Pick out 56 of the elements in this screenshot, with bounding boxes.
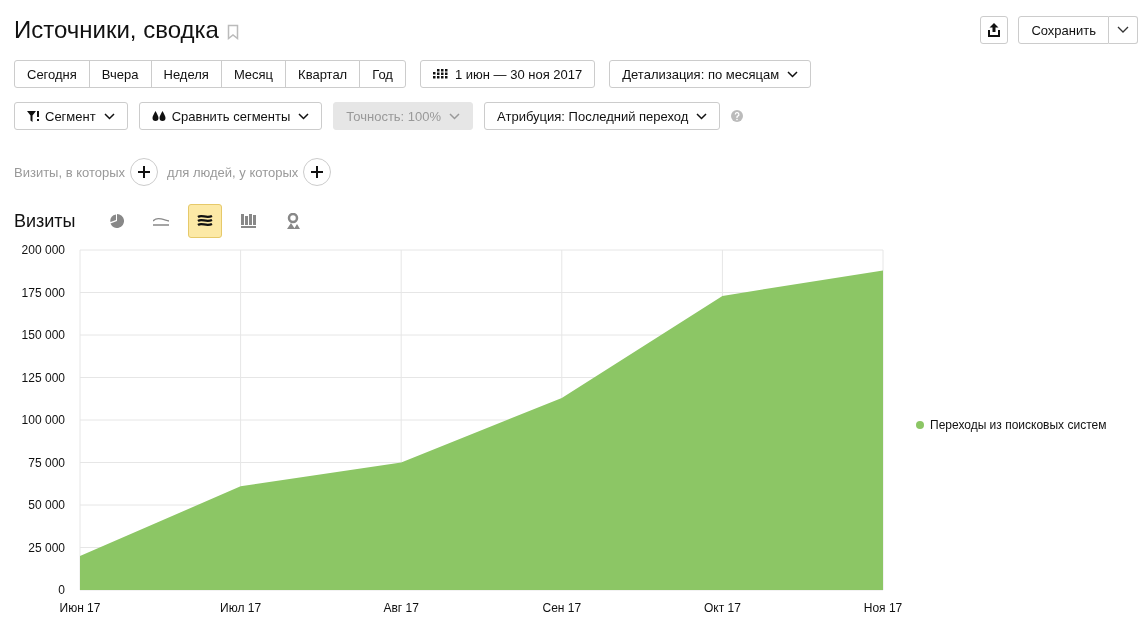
calendar-icon	[432, 69, 449, 79]
plus-icon	[311, 166, 324, 178]
line-chart-icon	[152, 216, 169, 226]
y-axis-label: 0	[58, 583, 65, 597]
area-chart-button[interactable]	[187, 204, 222, 238]
period-button[interactable]: Квартал	[285, 60, 361, 88]
share-icon	[987, 22, 1002, 38]
y-axis-label: 25 000	[28, 540, 65, 555]
y-axis-label: 125 000	[21, 370, 65, 385]
filter-icon	[27, 110, 39, 122]
condition-label: Визиты, в которых	[14, 164, 126, 180]
map-pin-icon	[285, 213, 300, 229]
period-button[interactable]: Сегодня	[14, 60, 90, 88]
period-button[interactable]: Месяц	[220, 60, 287, 88]
chevron-icon	[1117, 26, 1129, 34]
pie-chart-icon	[109, 214, 124, 228]
save-button[interactable]: Сохранить	[1018, 16, 1109, 44]
chevron-icon	[787, 70, 799, 78]
chart-title: Визиты	[14, 210, 76, 232]
bar-chart-icon	[241, 214, 257, 228]
add-condition-button[interactable]	[130, 158, 159, 186]
x-axis-label: Авг 17	[383, 601, 419, 615]
date-range-button[interactable]: 1 июн — 30 ноя 2017	[419, 60, 596, 88]
y-axis-label: 100 000	[21, 413, 65, 427]
page-title: Источники, сводка	[14, 16, 219, 44]
help-icon[interactable]	[731, 110, 744, 122]
legend-label[interactable]: Переходы из поисковых систем	[930, 418, 1107, 432]
chevron-icon	[696, 112, 708, 120]
x-axis-label: Июл 17	[220, 601, 262, 615]
add-condition-button[interactable]	[303, 158, 332, 186]
save-menu-button[interactable]	[1109, 16, 1138, 44]
chevron-icon	[449, 112, 461, 120]
plus-icon	[138, 166, 151, 178]
x-axis-label: Сен 17	[542, 601, 582, 615]
x-axis-label: Июн 17	[59, 601, 101, 615]
bookmark-icon[interactable]	[226, 24, 239, 40]
y-axis-label: 150 000	[21, 328, 65, 342]
area-chart-icon	[196, 214, 213, 228]
y-axis-label: 200 000	[21, 243, 65, 257]
detail-dropdown[interactable]: Детализация: по месяцам	[609, 60, 812, 88]
x-axis-label: Ноя 17	[863, 601, 903, 615]
y-axis-label: 175 000	[21, 285, 65, 300]
chevron-icon	[298, 112, 310, 120]
filter-dropdown[interactable]: Сегмент	[14, 102, 128, 130]
y-axis-label: 75 000	[28, 455, 65, 470]
chevron-icon	[103, 112, 115, 120]
drops-icon	[151, 110, 166, 122]
x-axis-label: Окт 17	[703, 601, 741, 615]
condition-label: для людей, у которых	[167, 164, 299, 180]
share-button[interactable]	[980, 16, 1009, 44]
period-button[interactable]: Год	[359, 60, 406, 88]
period-button[interactable]: Неделя	[150, 60, 222, 88]
period-button[interactable]: Вчера	[88, 60, 152, 88]
y-axis-label: 50 000	[28, 498, 65, 512]
filter-dropdown[interactable]: Атрибуция: Последний переход	[484, 102, 721, 130]
filter-dropdown[interactable]: Сравнить сегменты	[138, 102, 323, 130]
